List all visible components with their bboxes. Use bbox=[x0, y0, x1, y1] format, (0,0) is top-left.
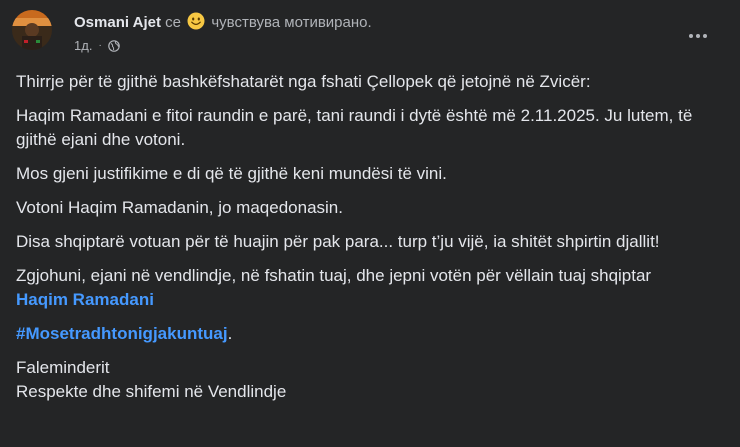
avatar[interactable] bbox=[12, 10, 52, 50]
more-dot bbox=[703, 34, 707, 38]
post-meta: 1д. · bbox=[74, 38, 120, 53]
avatar-image bbox=[12, 10, 52, 50]
more-options-icon[interactable] bbox=[680, 24, 716, 48]
hashtag-link[interactable]: #Mosetradhtonigjakuntuaj bbox=[16, 324, 228, 343]
more-dot bbox=[689, 34, 693, 38]
mention-link[interactable]: Haqim Ramadani bbox=[16, 290, 154, 309]
hashtag-line: #Mosetradhtonigjakuntuaj. bbox=[16, 322, 716, 346]
post-paragraph: Disa shqiptarë votuan për të huajin për … bbox=[16, 232, 660, 251]
feeling-text: чувствува мотивирано. bbox=[211, 14, 372, 31]
hashtag-suffix: . bbox=[227, 324, 233, 343]
feeling-prefix: се bbox=[165, 14, 181, 31]
post-timestamp[interactable]: 1д. bbox=[74, 38, 92, 53]
post-paragraph: Haqim Ramadani e fitoi raundin e parë, t… bbox=[16, 106, 693, 149]
more-dot bbox=[696, 34, 700, 38]
post-paragraph-text: Zgjohuni, ejani në vendlindje, në fshati… bbox=[16, 266, 652, 285]
separator-dot: · bbox=[98, 40, 102, 51]
post-paragraph: Votoni Haqim Ramadanin, jo maqedonasin. bbox=[16, 198, 343, 217]
closing-line: Faleminderit bbox=[16, 358, 110, 377]
post-header: Osmani Ajet се чувствува мотивирано. bbox=[74, 12, 372, 36]
post-paragraph: Mos gjeni justifikime e di që të gjithë … bbox=[16, 164, 447, 183]
smiling-emoji-icon bbox=[187, 12, 205, 36]
globe-icon[interactable] bbox=[107, 39, 120, 52]
post-paragraph-with-mention: Zgjohuni, ejani në vendlindje, në fshati… bbox=[16, 264, 716, 312]
post-body: Thirrje për të gjithë bashkëfshatarët ng… bbox=[16, 70, 716, 404]
closing-line: Respekte dhe shifemi në Vendlindje bbox=[16, 382, 287, 401]
post-card: Osmani Ajet се чувствува мотивирано. 1д.… bbox=[0, 0, 740, 447]
author-name[interactable]: Osmani Ajet bbox=[74, 14, 161, 31]
post-paragraph: Thirrje për të gjithë bashkëfshatarët ng… bbox=[16, 72, 591, 91]
